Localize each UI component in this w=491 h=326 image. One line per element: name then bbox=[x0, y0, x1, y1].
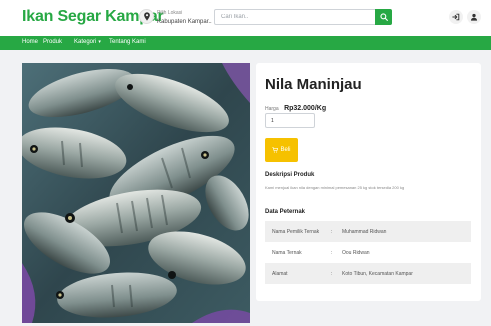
main-nav: Home Produk Kategori ▾ Tentang Kami bbox=[0, 36, 491, 50]
login-icon bbox=[452, 13, 460, 21]
location-pin-icon[interactable] bbox=[139, 9, 154, 24]
nav-produk[interactable]: Produk bbox=[43, 39, 62, 45]
nav-kategori[interactable]: Kategori ▾ bbox=[74, 39, 101, 45]
nav-kategori-label: Kategori bbox=[74, 39, 97, 45]
spec-value: Koto Tibun, Kecamatan Kampar bbox=[342, 271, 413, 277]
search-input[interactable] bbox=[215, 10, 375, 24]
breeder-heading: Data Peternak bbox=[265, 209, 306, 215]
price-value: Rp32.000/Kg bbox=[284, 105, 327, 112]
site-header: Ikan Segar Kampar Pilih Lokasi Kabupaten… bbox=[0, 0, 491, 36]
quantity-input[interactable] bbox=[265, 113, 315, 128]
user-account-button[interactable] bbox=[467, 10, 481, 24]
product-title: Nila Maninjau bbox=[265, 76, 362, 93]
buy-button[interactable]: Beli bbox=[265, 138, 298, 162]
spec-value: Oou Ridwan bbox=[342, 250, 370, 256]
nav-tentang-kami[interactable]: Tentang Kami bbox=[109, 39, 146, 45]
spec-key: Nama Ternak bbox=[272, 250, 302, 256]
search-bar bbox=[214, 9, 392, 25]
search-button[interactable] bbox=[375, 9, 392, 25]
breeder-row-farm: Nama Ternak : Oou Ridwan bbox=[265, 242, 471, 263]
description-text: Kami menjual ikan nila dengan minimal pe… bbox=[265, 185, 405, 190]
nav-home[interactable]: Home bbox=[22, 39, 38, 45]
price-label: Harga bbox=[265, 106, 279, 112]
spec-separator: : bbox=[331, 271, 333, 277]
description-heading: Deskripsi Produk bbox=[265, 172, 315, 178]
location-label: Pilih Lokasi bbox=[157, 10, 183, 16]
login-button[interactable] bbox=[449, 10, 463, 24]
spec-value: Muhammad Ridwan bbox=[342, 229, 387, 235]
chevron-down-icon: ▾ bbox=[98, 39, 101, 45]
cart-icon bbox=[272, 147, 279, 153]
location-selector[interactable]: Pilih Lokasi Kabupaten Kampar.. bbox=[157, 9, 212, 26]
fish-photo-illustration bbox=[22, 63, 250, 323]
spec-separator: : bbox=[331, 250, 333, 256]
spec-key: Alamat bbox=[272, 271, 288, 277]
breeder-row-address: Alamat : Koto Tibun, Kecamatan Kampar bbox=[265, 263, 471, 284]
search-icon bbox=[379, 13, 388, 21]
product-image bbox=[22, 63, 250, 323]
spec-key: Nama Pemilik Ternak bbox=[272, 229, 320, 235]
user-icon bbox=[470, 13, 478, 21]
buy-button-label: Beli bbox=[280, 147, 291, 153]
spec-separator: : bbox=[331, 229, 333, 235]
breeder-row-owner: Nama Pemilik Ternak : Muhammad Ridwan bbox=[265, 221, 471, 242]
location-value: Kabupaten Kampar.. bbox=[157, 19, 212, 25]
